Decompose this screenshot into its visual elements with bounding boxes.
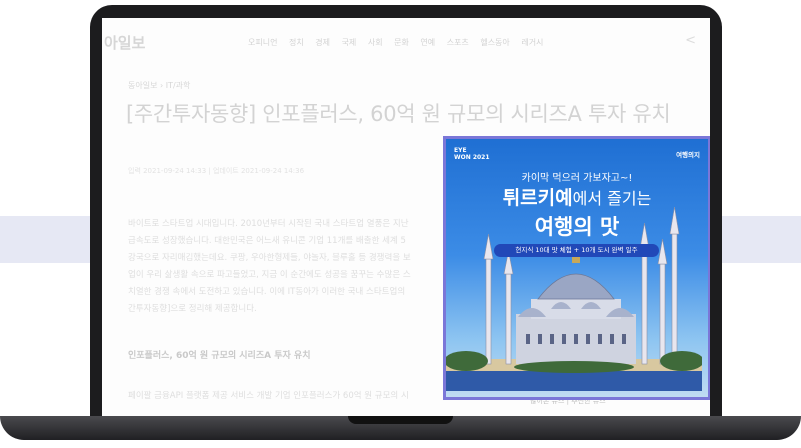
body-line: 간투자동향]으로 정리해 제공합니다. — [128, 304, 257, 314]
menu-item[interactable]: 헬스동아 — [480, 38, 509, 47]
site-header: 아일보 오피니언 정치 경제 국제 사회 문화 연예 스포츠 헬스동아 레거시 … — [102, 18, 710, 62]
menu-item[interactable]: 오피니언 — [248, 38, 277, 47]
menu-item[interactable]: 레거시 — [521, 38, 543, 47]
laptop-screen: 아일보 오피니언 정치 경제 국제 사회 문화 연예 스포츠 헬스동아 레거시 … — [102, 18, 710, 416]
menu-item[interactable]: 경제 — [315, 38, 330, 47]
ad-feature-pill: 현지식 10대 맛 체험 + 10개 도시 완벽 일주 — [494, 244, 659, 257]
travel-ad-banner[interactable]: EYE WON 2021 여행의지 카이막 먹으러 가보자고~! 튀르키예에서 … — [443, 136, 710, 400]
article-body: 바이트로 스타트업 시대입니다. 2010년부터 시작된 국내 스타트업 열풍은… — [128, 216, 448, 318]
menu-item[interactable]: 국제 — [342, 38, 357, 47]
body-line: 강국으로 자리매김했는데요. 쿠팡, 우아한형제들, 야놀자, 블루홀 등 경쟁… — [128, 253, 411, 263]
ad-brand: EYE WON 2021 — [454, 147, 490, 161]
ad-partner-logo: 여행의지 — [676, 151, 700, 159]
body-line: 업이 우리 삶생활 속으로 파고들었고, 지금 이 순간에도 성공을 꿈꾸는 수… — [128, 270, 411, 280]
menu-item[interactable]: 정치 — [289, 38, 304, 47]
article-body-2: 페이팔 금융API 플랫폼 제공 서비스 개발 기업 인포플러스가 60억 원 … — [128, 391, 409, 401]
ad-headline: 튀르키예에서 즐기는 — [502, 187, 652, 209]
laptop-notch — [348, 416, 453, 424]
share-icon[interactable]: < — [685, 33, 696, 48]
menu-item[interactable]: 스포츠 — [447, 38, 469, 47]
body-line: 치열한 경쟁 속에서 도전하고 있습니다. 이에 IT동아가 이러한 국내 스타… — [128, 287, 406, 297]
body-line: 급속도로 성장했습니다. 대한민국은 어느새 유니콘 기업 11개를 배출한 세… — [128, 236, 406, 246]
breadcrumb[interactable]: 동아일보 › IT/과학 — [128, 80, 190, 91]
ad-tagline: 카이막 먹으러 가보자고~! — [521, 173, 633, 184]
menu-item[interactable]: 연예 — [420, 38, 435, 47]
menu-item[interactable]: 사회 — [368, 38, 383, 47]
ad-headline-2: 여행의 맛 — [534, 215, 620, 239]
main-menu: 오피니언 정치 경제 국제 사회 문화 연예 스포츠 헬스동아 레거시 — [248, 37, 552, 48]
menu-item[interactable]: 문화 — [394, 38, 409, 47]
body-line: 바이트로 스타트업 시대입니다. 2010년부터 시작된 국내 스타트업 열풍은… — [128, 219, 409, 229]
site-logo[interactable]: 아일보 — [104, 32, 145, 53]
article-meta: 입력 2021-09-24 14:33 | 업데이트 2021-09-24 14… — [128, 167, 305, 175]
article-title: [주간투자동향] 인포플러스, 60억 원 규모의 시리즈A 투자 유치 — [126, 102, 671, 126]
article-subheading: 인포플러스, 60억 원 규모의 시리즈A 투자 유치 — [128, 351, 311, 361]
